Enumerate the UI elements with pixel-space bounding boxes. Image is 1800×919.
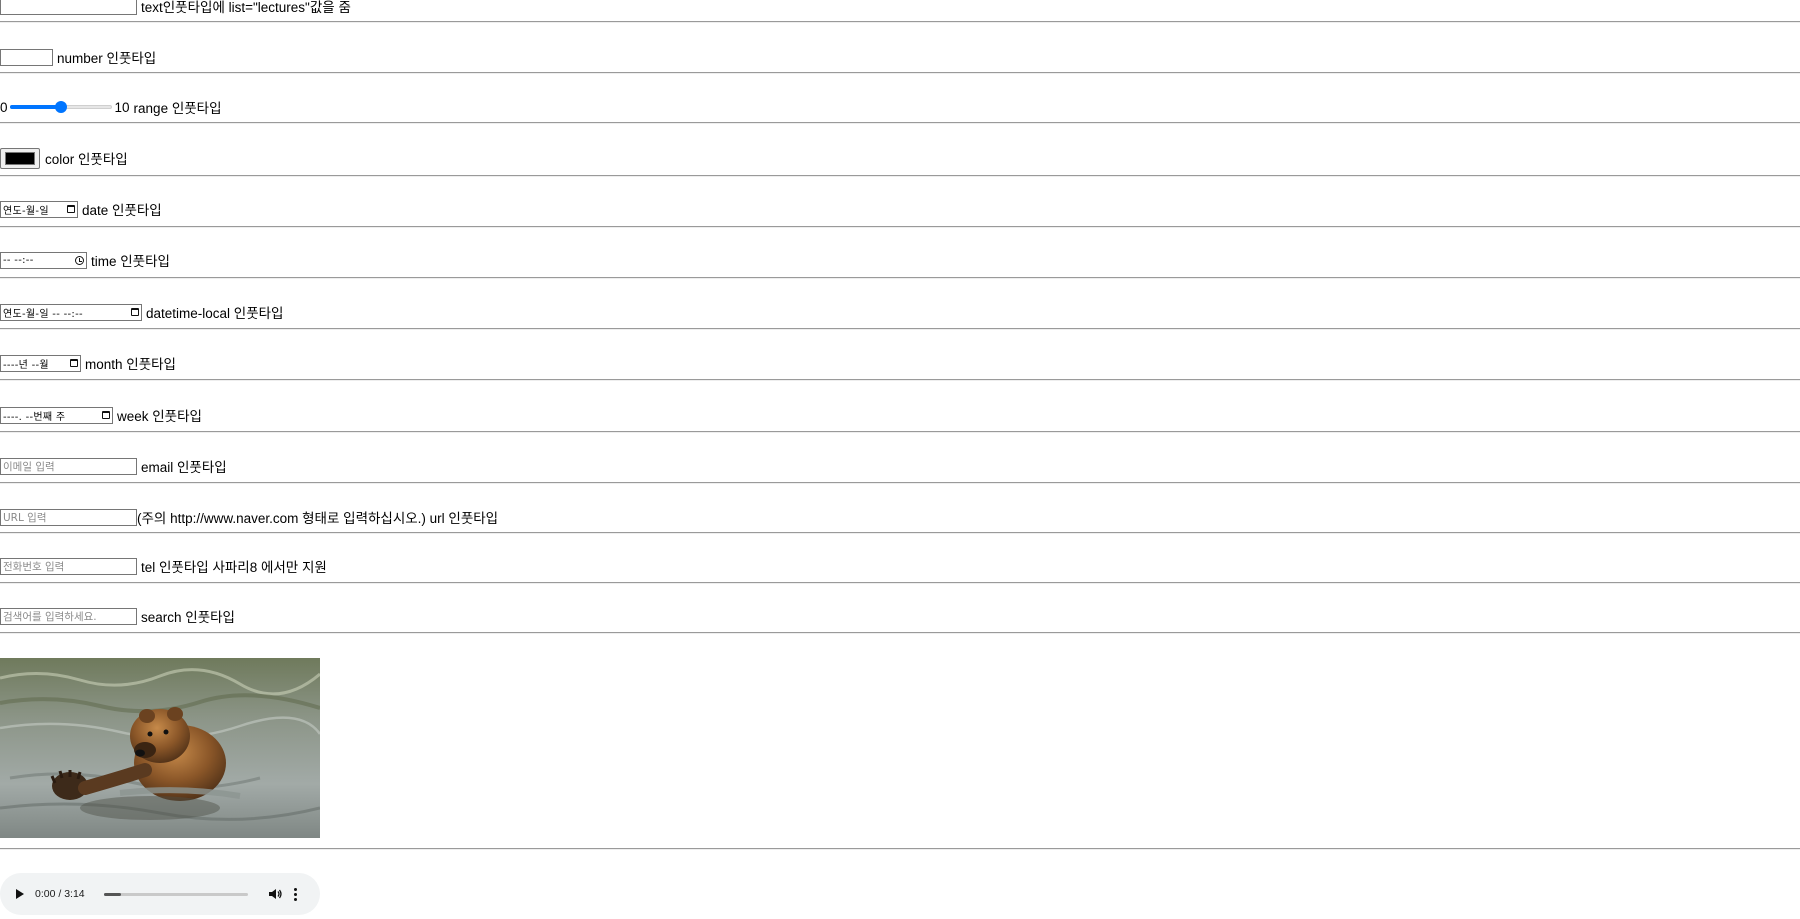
divider <box>0 21 1800 23</box>
month-input-value: ----년 --월 <box>3 359 49 371</box>
url-input-label: (주의 http://www.naver.com 형태로 입력하십시오.) ur… <box>137 511 499 526</box>
play-icon[interactable] <box>16 889 24 899</box>
text-input-row: text인풋타입에 list="lectures"값을 줌 <box>0 0 351 16</box>
date-input[interactable]: 연도-월-일 <box>0 200 78 218</box>
time-input-row: -- --:-- time 인풋타입 <box>0 250 170 270</box>
url-input[interactable]: URL 입력 <box>0 508 137 526</box>
divider <box>0 532 1800 534</box>
tel-input[interactable]: 전화번호 입력 <box>0 557 137 575</box>
divider <box>0 431 1800 433</box>
divider <box>0 328 1800 330</box>
tel-input-placeholder: 전화번호 입력 <box>3 560 65 573</box>
week-input-row: ----. --번째 주 week 인풋타입 <box>0 405 202 425</box>
calendar-icon[interactable] <box>70 359 78 367</box>
calendar-icon[interactable] <box>102 411 110 419</box>
search-input-label: search 인풋타입 <box>141 610 235 625</box>
audio-progress-bar[interactable] <box>103 892 248 896</box>
number-input[interactable] <box>0 48 53 66</box>
divider <box>0 632 1800 634</box>
time-input-value: -- --:-- <box>3 254 34 266</box>
range-slider[interactable] <box>9 100 112 114</box>
color-input[interactable] <box>0 147 40 169</box>
range-min-label: 0 <box>0 99 8 115</box>
text-input[interactable] <box>0 0 137 15</box>
week-input-label: week 인풋타입 <box>117 409 202 424</box>
more-options-icon[interactable] <box>293 887 297 901</box>
tel-input-label: tel 인풋타입 사파리8 에서만 지원 <box>141 560 327 575</box>
range-max-label: 10 <box>114 99 130 115</box>
datetime-local-input-value: 연도-월-일 -- --:-- <box>3 308 83 320</box>
divider <box>0 72 1800 74</box>
month-input-label: month 인풋타입 <box>85 357 176 372</box>
datetime-local-input-label: datetime-local 인풋타입 <box>146 306 284 321</box>
search-input-row: 검색어를 입력하세요. search 인풋타입 <box>0 606 235 626</box>
month-input[interactable]: ----년 --월 <box>0 354 81 372</box>
date-input-value: 연도-월-일 <box>3 205 49 217</box>
audio-buffered <box>103 892 121 896</box>
datetime-local-input-row: 연도-월-일 -- --:-- datetime-local 인풋타입 <box>0 302 283 322</box>
email-input-placeholder: 이메일 입력 <box>3 460 55 473</box>
text-input-label: text인풋타입에 list="lectures"값을 줌 <box>141 0 351 15</box>
divider <box>0 122 1800 124</box>
calendar-icon[interactable] <box>67 205 75 213</box>
datetime-local-input[interactable]: 연도-월-일 -- --:-- <box>0 303 142 321</box>
clock-icon[interactable] <box>75 255 84 265</box>
email-input[interactable]: 이메일 입력 <box>0 457 137 475</box>
divider <box>0 482 1800 484</box>
divider <box>0 848 1800 850</box>
time-input-label: time 인풋타입 <box>91 254 170 269</box>
divider <box>0 226 1800 228</box>
color-input-label: color 인풋타입 <box>45 152 128 167</box>
color-input-row: color 인풋타입 <box>0 147 128 169</box>
url-input-row: URL 입력 (주의 http://www.naver.com 형태로 입력하십… <box>0 507 498 527</box>
bear-image <box>0 658 320 838</box>
range-thumb[interactable] <box>54 101 67 113</box>
divider <box>0 582 1800 584</box>
date-input-label: date 인풋타입 <box>82 203 162 218</box>
audio-player[interactable]: 0:00 / 3:14 <box>0 873 320 915</box>
week-input-value: ----. --번째 주 <box>3 411 66 423</box>
range-fill <box>9 105 61 109</box>
range-input-label: range 인풋타입 <box>133 101 222 116</box>
page: text인풋타입에 list="lectures"값을 줌 number 인풋타… <box>0 0 1800 919</box>
month-input-row: ----년 --월 month 인풋타입 <box>0 353 176 373</box>
search-input[interactable]: 검색어를 입력하세요. <box>0 607 137 625</box>
calendar-icon[interactable] <box>131 308 139 316</box>
week-input[interactable]: ----. --번째 주 <box>0 406 113 424</box>
search-input-placeholder: 검색어를 입력하세요. <box>3 610 97 623</box>
divider <box>0 379 1800 381</box>
tel-input-row: 전화번호 입력 tel 인풋타입 사파리8 에서만 지원 <box>0 556 327 576</box>
time-input[interactable]: -- --:-- <box>0 251 87 269</box>
url-input-placeholder: URL 입력 <box>3 511 47 524</box>
range-input-row: 0 10 range 인풋타입 <box>0 97 222 117</box>
email-input-label: email 인풋타입 <box>141 460 227 475</box>
color-swatch <box>5 151 35 165</box>
divider <box>0 175 1800 177</box>
divider <box>0 277 1800 279</box>
audio-time: 0:00 / 3:14 <box>35 888 85 900</box>
email-input-row: 이메일 입력 email 인풋타입 <box>0 456 227 476</box>
number-input-label: number 인풋타입 <box>57 51 157 66</box>
date-input-row: 연도-월-일 date 인풋타입 <box>0 199 162 219</box>
number-input-row: number 인풋타입 <box>0 47 156 67</box>
volume-icon[interactable] <box>268 887 282 901</box>
